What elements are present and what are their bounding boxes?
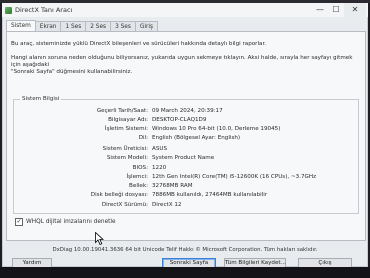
info-row-processor: İşlemci: 12th Gen Intel(R) Core(TM) i5-1…: [14, 174, 358, 182]
info-label: Geçerli Tarih/Saat:: [96, 108, 148, 114]
title-bar[interactable]: DirectX Tanı Aracı — ☐ ✕: [2, 3, 368, 17]
copyright-text: DxDiag 10.00.19041.3636 64 bit Unicode T…: [52, 247, 318, 253]
info-label: İşlemci:: [126, 174, 148, 180]
system-info-group: Sistem Bilgisi Geçerli Tarih/Saat: 09 Ma…: [13, 96, 359, 214]
dxdiag-app-icon: [5, 6, 12, 14]
info-label: BIOS:: [132, 165, 148, 171]
info-label: Sistem Modeli:: [106, 155, 148, 161]
info-row-page-file: Disk belleği dosyası: 7886MB kullanıldı,…: [14, 192, 358, 200]
info-row-manufacturer: Sistem Üreticisi: ASUS: [14, 146, 358, 154]
dxdiag-window: DirectX Tanı Aracı — ☐ ✕ Sistem Ekran 1 …: [2, 3, 368, 269]
info-value: 32768MB RAM: [152, 183, 193, 189]
info-value: DESKTOP-CLAQ1D9: [152, 117, 207, 123]
info-row-memory: Bellek: 32768MB RAM: [14, 183, 358, 191]
system-tab-panel: Bu araç, sisteminizde yüklü DirectX bile…: [6, 31, 366, 245]
system-info-legend: Sistem Bilgisi: [20, 96, 62, 102]
info-value: English (Bölgesel Ayar: English): [152, 135, 241, 141]
info-label: Sistem Üreticisi:: [102, 146, 148, 152]
minimize-icon[interactable]: —: [312, 3, 328, 17]
instructions-text: Hangi alanın soruna neden olduğunu biliy…: [11, 55, 361, 76]
info-label: İşletim Sistemi:: [104, 126, 148, 132]
info-row-language: Dil: English (Bölgesel Ayar: English): [14, 135, 358, 143]
info-label: Bellek:: [129, 183, 148, 189]
info-row-directx-version: DirectX Sürümü: DirectX 12: [14, 202, 358, 210]
intro-text: Bu araç, sisteminizde yüklü DirectX bile…: [11, 41, 267, 47]
whql-checkbox-row[interactable]: ✓ WHQL dijital imzalarını denetle: [15, 218, 116, 226]
info-label: Dil:: [138, 135, 148, 141]
maximize-icon[interactable]: ☐: [328, 3, 344, 17]
monitor-bezel-bottom: [0, 267, 370, 278]
instructions-line-1: Hangi alanın soruna neden olduğunu biliy…: [11, 55, 353, 68]
info-value: 7886MB kullanıldı, 27464MB kullanılabili…: [152, 192, 268, 198]
instructions-line-2: "Sonraki Sayfa" düğmesini kullanabilirsi…: [11, 69, 133, 75]
info-row-computer-name: Bilgisayar Adı: DESKTOP-CLAQ1D9: [14, 117, 358, 125]
info-value: 12th Gen Intel(R) Core(TM) i5-12600K (16…: [152, 174, 317, 180]
mouse-cursor-icon: [95, 232, 104, 245]
close-icon[interactable]: ✕: [344, 3, 366, 17]
whql-checkbox[interactable]: ✓: [15, 218, 23, 226]
info-row-bios: BIOS: 1220: [14, 165, 358, 173]
whql-checkbox-label: WHQL dijital imzalarını denetle: [26, 219, 116, 225]
info-row-datetime: Geçerli Tarih/Saat: 09 March 2024, 20:39…: [14, 108, 358, 116]
window-title: DirectX Tanı Aracı: [15, 6, 73, 14]
info-value: 1220: [152, 165, 167, 171]
info-label: DirectX Sürümü:: [101, 202, 148, 208]
info-label: Disk belleği dosyası:: [90, 192, 148, 198]
info-label: Bilgisayar Adı:: [108, 117, 148, 123]
info-row-os: İşletim Sistemi: Windows 10 Pro 64-bit (…: [14, 126, 358, 134]
info-value: ASUS: [152, 146, 168, 152]
info-value: Windows 10 Pro 64-bit (10.0, Derleme 190…: [152, 126, 281, 132]
info-value: DirectX 12: [152, 202, 182, 208]
info-value: System Product Name: [152, 155, 215, 161]
info-row-model: Sistem Modeli: System Product Name: [14, 155, 358, 163]
window-controls: — ☐ ✕: [312, 3, 366, 17]
info-value: 09 March 2024, 20:39:17: [152, 108, 223, 114]
